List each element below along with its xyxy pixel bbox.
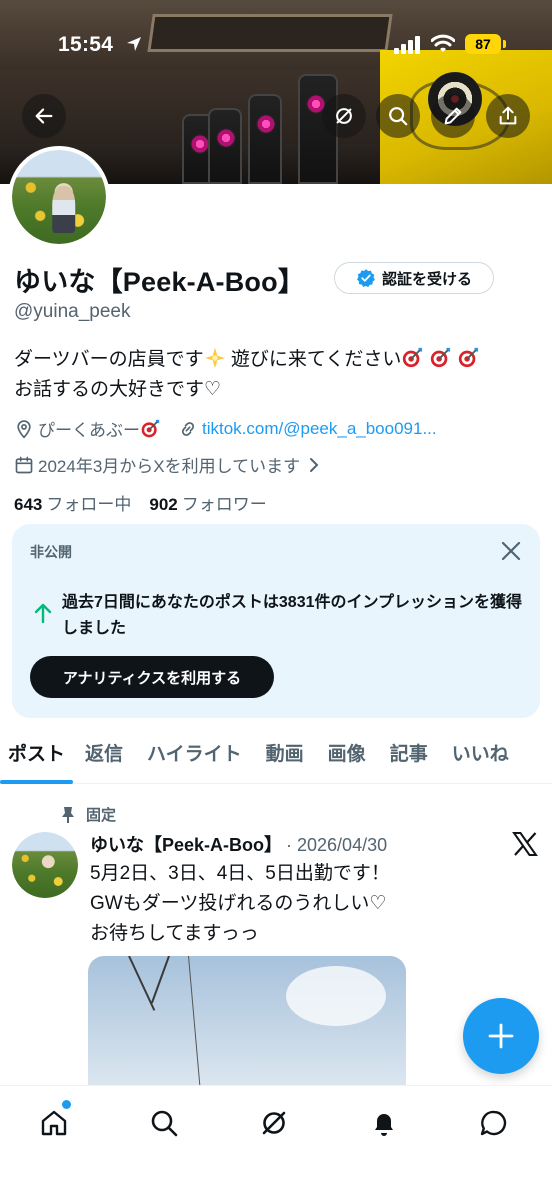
profile-tabs: ポスト 返信 ハイライト 動画 画像 記事 いいね [0,734,552,784]
get-verified-button[interactable]: 認証を受ける [334,262,494,294]
profile-avatar[interactable] [8,146,110,248]
pinned-indicator: 固定 [60,804,116,825]
bio-line-1: ダーツバーの店員です 遊びに来てください [14,345,544,375]
calendar-icon [15,456,33,473]
nav-grok[interactable] [254,1103,294,1143]
verified-badge-icon [356,269,375,288]
edit-button[interactable] [431,94,475,138]
dart-target-icon [459,347,479,368]
post-header: ゆいな【Peek-A-Boo】 · 2026/04/30 [90,831,387,857]
messages-icon [480,1110,507,1136]
joined-row[interactable]: 2024年3月からXを利用しています [14,452,326,477]
link-icon [181,421,195,436]
avatar-image [12,832,78,898]
use-analytics-button[interactable]: アナリティクスを利用する [30,656,274,698]
cellular-signal-icon [394,36,420,54]
sparkle-star-icon [204,347,225,369]
search-button[interactable] [376,94,420,138]
nav-notifications[interactable] [364,1103,404,1143]
status-time: 15:54 [58,33,114,56]
post-text: 5月2日、3日、4日、5日出勤です！ GWもダーツ投げれるのうれしい♡ お待ちし… [90,859,510,949]
display-name: ゆいな【Peek-A-Boo】 [14,267,306,297]
tab-images[interactable]: 画像 [316,734,378,784]
followers-label: フォロワー [181,495,267,514]
search-icon [389,107,408,126]
location-link-row: ぴーくあぶー tiktok.com/@peek_a_boo091... [14,416,437,441]
profile-location: ぴーくあぶー [38,421,140,440]
following-stat[interactable]: 643 フォロー中 [14,490,131,515]
grok-icon [262,1111,286,1135]
post-line-2: GWもダーツ投げれるのうれしい♡ [90,893,387,914]
bell-icon [375,1114,393,1136]
x-logo-icon [512,832,538,856]
name-row: ゆいな【Peek-A-Boo】 [14,260,305,299]
tab-posts[interactable]: ポスト [0,734,74,784]
image-branch [150,956,170,1004]
tab-highlights[interactable]: ハイライト [135,734,254,784]
image-cloud [286,966,386,1026]
grok-icon [336,108,352,124]
bottom-navigation [0,1085,552,1200]
post-date[interactable]: · 2026/04/30 [286,835,387,856]
bio-line-2: お話するの大好きです♡ [14,379,222,400]
profile-website-link[interactable]: tiktok.com/@peek_a_boo091... [202,419,437,439]
post-image[interactable] [88,956,406,1096]
pencil-icon [444,107,462,125]
private-label: 非公開 [30,544,72,560]
location-arrow-icon [127,37,141,51]
arrow-up-icon [34,603,52,624]
dart-target-icon [431,347,451,368]
avatar-person [52,185,75,233]
home-icon [41,1110,67,1136]
status-bar: 15:54 87 [0,0,552,90]
tab-articles[interactable]: 記事 [378,734,440,784]
home-unread-dot [62,1100,71,1109]
profile-handle: @yuina_peek [14,301,131,322]
bio-text-1a: ダーツバーの店員です [14,349,204,370]
bio-text-1b: 遊びに来てください [225,349,402,370]
impressions-message: 過去7日間にあなたのポストは3831件のインプレッションを獲得しました [62,594,523,637]
battery-tip [503,40,506,48]
analytics-card: 非公開 過去7日間にあなたのポストは3831件のインプレッションを獲得しました … [12,524,540,718]
joined-date: 2024年3月からXを利用しています [38,457,301,476]
following-label: フォロー中 [46,495,132,514]
followers-stat[interactable]: 902 フォロワー [149,490,266,515]
pinned-label: 固定 [86,807,117,824]
battery-indicator: 87 [465,34,501,54]
dart-target-icon [403,347,423,368]
close-icon[interactable] [500,540,522,562]
nav-search[interactable] [144,1103,184,1143]
nav-messages[interactable] [474,1103,514,1143]
image-wire [188,956,201,1086]
location-pin-icon [17,419,31,439]
share-button[interactable] [486,94,530,138]
dart-machine [208,108,242,184]
follow-stats: 643 フォロー中 902 フォロワー [14,490,267,515]
wifi-icon [431,34,455,52]
search-icon [151,1110,178,1137]
tab-videos[interactable]: 動画 [254,734,316,784]
share-icon [499,106,517,125]
followers-count: 902 [149,495,178,514]
compose-post-button[interactable] [463,998,539,1074]
plus-icon [488,1023,514,1049]
pin-icon [62,806,74,823]
following-count: 643 [14,495,43,514]
post-avatar[interactable] [12,832,78,898]
tab-likes[interactable]: いいね [440,734,509,784]
profile-bio: ダーツバーの店員です 遊びに来てください お話するの大好きです♡ [14,345,544,405]
post-line-3: お待ちしてますっっ [90,923,259,944]
nav-home[interactable] [34,1103,74,1143]
get-verified-label: 認証を受ける [381,270,472,288]
tab-replies[interactable]: 返信 [73,734,135,784]
grok-button[interactable] [322,94,366,138]
dart-target-icon [141,419,160,437]
dart-machine [248,94,282,184]
post-line-1: 5月2日、3日、4日、5日出勤です！ [90,863,390,884]
arrow-left-icon [35,108,53,124]
chevron-right-icon [310,457,319,472]
post-author-name[interactable]: ゆいな【Peek-A-Boo】 [90,831,282,857]
back-button[interactable] [22,94,66,138]
